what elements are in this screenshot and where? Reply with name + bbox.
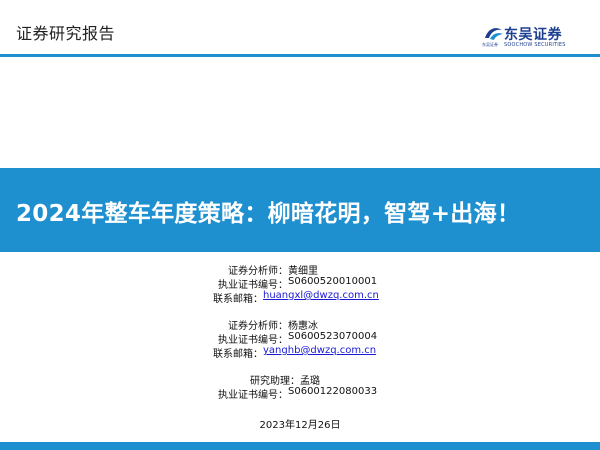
cert-label: 执业证书编号： [218, 390, 288, 401]
assistant-role-label: 研究助理： [250, 376, 300, 387]
cert-label: 执业证书编号： [218, 335, 288, 346]
logo-name-cn: 东吴证券 [504, 27, 562, 43]
analyst-2-row: 证券分析师： 杨惠冰 [0, 317, 600, 332]
report-date: 2023年12月26日 [259, 420, 341, 431]
analyst-name: 黄细里 [288, 266, 318, 277]
email-label: 联系邮箱： [213, 349, 263, 360]
email-label: 联系邮箱： [213, 294, 263, 305]
report-title: 2024年整车年度策略：柳暗花明，智驾+出海！ [16, 201, 521, 227]
analyst-role-label: 证券分析师： [228, 321, 288, 332]
report-cover: 证券研究报告 东吴证券 东吴证券 SOOCHOW SECURITIES 2024… [0, 0, 600, 450]
assistant-row: 研究助理： 孟璐 [0, 372, 600, 387]
cert-label: 执业证书编号： [218, 280, 288, 291]
cert-number: S0600520010001 [288, 276, 378, 287]
analyst-1-email-row: 联系邮箱： huangxl@dwzq.com.cn [0, 290, 600, 305]
email-link[interactable]: huangxl@dwzq.com.cn [263, 290, 379, 301]
analyst-2-email-row: 联系邮箱： yanghb@dwzq.com.cn [0, 345, 600, 360]
cert-number: S0600523070004 [288, 331, 378, 342]
report-type-label: 证券研究报告 [16, 24, 116, 43]
logo-name-en: SOOCHOW SECURITIES [504, 42, 566, 48]
analyst-role-label: 证券分析师： [228, 266, 288, 277]
company-logo: 东吴证券 东吴证券 SOOCHOW SECURITIES [482, 24, 578, 50]
analyst-name: 杨惠冰 [288, 321, 318, 332]
analyst-1-row: 证券分析师： 黄细里 [0, 262, 600, 277]
analyst-2-cert-row: 执业证书编号： S0600523070004 [0, 331, 600, 346]
header-divider [0, 54, 600, 57]
email-link[interactable]: yanghb@dwzq.com.cn [263, 345, 376, 356]
logo-sub: 东吴证券 [482, 42, 498, 47]
assistant-cert-row: 执业证书编号： S0600122080033 [0, 386, 600, 401]
assistant-name: 孟璐 [300, 376, 320, 387]
footer-bar [0, 442, 600, 450]
analyst-1-cert-row: 执业证书编号： S0600520010001 [0, 276, 600, 291]
cert-number: S0600122080033 [288, 386, 378, 397]
